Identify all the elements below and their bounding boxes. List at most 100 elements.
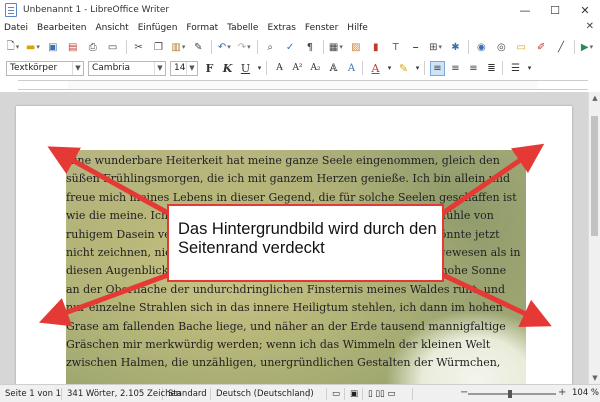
undo-icon[interactable]: ↶: [217, 40, 231, 54]
toolbar-separator: [362, 61, 363, 75]
strikethrough-icon[interactable]: A̶: [272, 61, 287, 76]
align-right-icon[interactable]: ≡: [466, 61, 481, 76]
zoom-in-icon[interactable]: +: [558, 387, 566, 398]
toolbar-separator: [424, 61, 425, 75]
close-document-icon[interactable]: ✕: [586, 21, 594, 32]
formatting-toolbar: Textkörper ▼ Cambria ▼ 14 ▼ F K U ▾ A̶ A…: [0, 58, 600, 78]
word-count[interactable]: 341 Wörter, 2.105 Zeichen: [62, 387, 181, 400]
zoom-level[interactable]: 104 %: [572, 388, 599, 398]
toolbar-separator: [468, 40, 470, 54]
minimize-button[interactable]: —: [510, 0, 540, 20]
menu-extras[interactable]: Extras: [267, 23, 295, 33]
bold-button[interactable]: F: [202, 61, 217, 76]
text-line: nur einzelne Strahlen sich in das innere…: [66, 301, 503, 315]
font-name-select[interactable]: Cambria ▼: [88, 60, 166, 76]
clear-formatting-icon[interactable]: A: [344, 61, 359, 76]
annotation-callout: Das Hintergrundbild wird durch den Seite…: [167, 204, 444, 282]
justify-icon[interactable]: ≣: [484, 61, 499, 76]
underline-dropdown-icon[interactable]: ▾: [256, 61, 263, 76]
maximize-button[interactable]: ☐: [540, 0, 570, 20]
find-replace-icon[interactable]: ⌕: [263, 40, 277, 54]
menu-tabelle[interactable]: Tabelle: [227, 23, 258, 33]
copy-icon[interactable]: ❐: [152, 40, 166, 54]
superscript-icon[interactable]: A²: [290, 61, 305, 76]
menu-fenster[interactable]: Fenster: [305, 23, 338, 33]
print-icon[interactable]: ⎙: [86, 40, 100, 54]
toolbar-separator: [322, 40, 324, 54]
insert-image-icon[interactable]: ▨: [349, 40, 363, 54]
underline-button[interactable]: U: [238, 61, 253, 76]
line-icon[interactable]: ╱: [554, 40, 568, 54]
scroll-up-icon[interactable]: ▲: [589, 92, 600, 104]
cut-icon[interactable]: ✂: [132, 40, 146, 54]
toolbar-separator: [211, 40, 213, 54]
chevron-down-icon[interactable]: ▾: [414, 61, 421, 76]
insert-chart-icon[interactable]: ▮: [369, 40, 383, 54]
paragraph-style-value: Textkörper: [10, 63, 58, 73]
line-spacing-icon[interactable]: ☰: [508, 61, 523, 76]
text-line: Eine wunderbare Heiterkeit hat meine gan…: [66, 154, 500, 167]
shadow-icon[interactable]: 𝔸: [326, 61, 341, 76]
insert-field-icon[interactable]: ⊞: [429, 40, 443, 54]
redo-icon[interactable]: ↷: [237, 40, 251, 54]
footnote-icon[interactable]: ◎: [494, 40, 508, 54]
chevron-down-icon[interactable]: ▾: [386, 61, 393, 76]
font-color-icon[interactable]: A: [368, 61, 383, 76]
insert-mode-icon[interactable]: [309, 387, 327, 400]
comment-icon[interactable]: ▭: [514, 40, 528, 54]
page-style[interactable]: Standard: [163, 387, 211, 400]
document-modified-icon[interactable]: ▣: [345, 387, 363, 400]
save-icon[interactable]: ▣: [46, 40, 60, 54]
ruler-track: [18, 80, 588, 90]
toolbar-separator: [266, 61, 267, 75]
chevron-down-icon[interactable]: ▼: [186, 61, 197, 75]
menu-datei[interactable]: Datei: [4, 23, 28, 33]
chevron-down-icon[interactable]: ▼: [72, 61, 83, 75]
special-character-icon[interactable]: ✱: [449, 40, 463, 54]
insert-table-icon[interactable]: ▦: [329, 40, 343, 54]
zoom-slider-knob[interactable]: [508, 390, 512, 398]
text-line: süßen Frühlingsmorgen, die ich mit ganze…: [66, 172, 510, 186]
spellcheck-icon[interactable]: ✓: [283, 40, 297, 54]
font-size-value: 14: [174, 63, 186, 73]
print-preview-icon[interactable]: ▭: [106, 40, 120, 54]
menu-format[interactable]: Format: [186, 23, 218, 33]
paragraph-style-select[interactable]: Textkörper ▼: [6, 60, 84, 76]
paste-icon[interactable]: ▥: [171, 40, 185, 54]
chevron-down-icon[interactable]: ▾: [526, 61, 533, 76]
selection-mode-icon[interactable]: ▭: [327, 387, 345, 400]
scroll-down-icon[interactable]: ▼: [589, 372, 600, 384]
scroll-thumb[interactable]: [591, 116, 598, 236]
clone-formatting-icon[interactable]: ✎: [191, 40, 205, 54]
new-document-icon[interactable]: 🗋: [6, 40, 20, 54]
page-break-icon[interactable]: ⎯: [409, 40, 423, 54]
italic-button[interactable]: K: [220, 61, 235, 76]
insert-textbox-icon[interactable]: T: [389, 40, 403, 54]
menu-hilfe[interactable]: Hilfe: [347, 23, 367, 33]
horizontal-ruler[interactable]: [0, 78, 600, 92]
basic-shapes-icon[interactable]: ▶: [580, 40, 594, 54]
subscript-icon[interactable]: A₂: [308, 61, 323, 76]
hyperlink-icon[interactable]: ◉: [474, 40, 488, 54]
close-button[interactable]: ✕: [570, 0, 600, 20]
export-pdf-icon[interactable]: ▤: [66, 40, 80, 54]
align-left-icon[interactable]: ≡: [430, 60, 445, 76]
document-language[interactable]: Deutsch (Deutschland): [211, 387, 314, 400]
font-size-select[interactable]: 14 ▼: [170, 60, 198, 76]
formatting-marks-icon[interactable]: ¶: [303, 40, 317, 54]
page-count[interactable]: Seite 1 von 1: [0, 387, 62, 400]
track-changes-icon[interactable]: ✐: [534, 40, 548, 54]
open-folder-icon[interactable]: ▬: [26, 40, 40, 54]
menu-bar: Datei Bearbeiten Ansicht Einfügen Format…: [0, 20, 600, 36]
menu-einfuegen[interactable]: Einfügen: [138, 23, 178, 33]
text-line: an der Oberfläche der undurchdringlichen…: [66, 282, 506, 296]
view-layout-icons[interactable]: ▯ ▯▯ ▭: [363, 387, 413, 400]
align-center-icon[interactable]: ≡: [448, 61, 463, 76]
menu-bearbeiten[interactable]: Bearbeiten: [37, 23, 86, 33]
menu-ansicht[interactable]: Ansicht: [95, 23, 128, 33]
vertical-scrollbar[interactable]: ▲ ▼: [588, 92, 600, 384]
toolbar-separator: [502, 61, 503, 75]
chevron-down-icon[interactable]: ▼: [154, 61, 165, 75]
highlight-color-icon[interactable]: ✎: [396, 61, 411, 76]
zoom-slider[interactable]: [468, 390, 556, 398]
